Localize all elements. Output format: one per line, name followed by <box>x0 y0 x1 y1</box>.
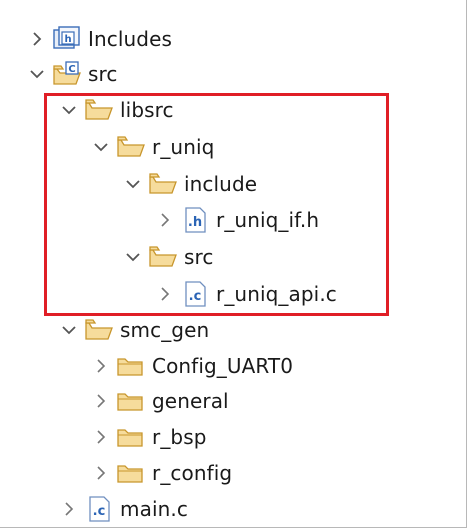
tree-item-label: Config_UART0 <box>152 354 294 378</box>
svg-text:.c: .c <box>93 504 106 519</box>
chevron-down-icon[interactable] <box>28 65 46 83</box>
tree-item-src[interactable]: C src <box>28 57 118 91</box>
tree-item-label: Includes <box>88 27 173 51</box>
folder-open-icon <box>85 319 113 340</box>
folder-closed-icon <box>117 465 143 483</box>
tree-item-general[interactable]: general <box>92 384 229 418</box>
tree-item-r-config[interactable]: r_config <box>92 456 232 490</box>
tree-item-label: src <box>88 62 118 86</box>
chevron-right-icon[interactable] <box>60 500 78 518</box>
tree-item-r-bsp[interactable]: r_bsp <box>92 420 207 454</box>
includes-icon: h <box>53 26 80 49</box>
chevron-right-icon[interactable] <box>28 30 46 48</box>
chevron-right-icon[interactable] <box>92 357 110 375</box>
chevron-right-icon[interactable] <box>92 392 110 410</box>
tree-item-config-uart0[interactable]: Config_UART0 <box>92 349 293 383</box>
tree-item-smc-gen[interactable]: smc_gen <box>60 313 209 347</box>
folder-closed-icon <box>117 358 143 376</box>
tree-item-label: r_config <box>152 461 233 485</box>
c-file-icon: .c <box>89 496 110 522</box>
chevron-right-icon[interactable] <box>92 464 110 482</box>
svg-text:C: C <box>68 64 75 75</box>
folder-closed-icon <box>117 393 143 411</box>
source-folder-icon: C <box>53 61 81 85</box>
tree-item-includes[interactable]: h Includes <box>28 22 172 56</box>
chevron-down-icon[interactable] <box>60 321 78 339</box>
svg-text:h: h <box>64 34 71 45</box>
tree-item-label: r_bsp <box>152 425 207 449</box>
highlight-annotation-box <box>44 93 389 316</box>
tree-item-label: main.c <box>120 497 188 521</box>
tree-item-label: smc_gen <box>120 318 210 342</box>
chevron-right-icon[interactable] <box>92 428 110 446</box>
project-explorer-panel: h Includes C src libsrc r_uniq include .… <box>0 0 467 528</box>
tree-item-main-c[interactable]: .c main.c <box>60 492 188 526</box>
folder-closed-icon <box>117 429 143 447</box>
tree-item-label: general <box>152 389 229 413</box>
